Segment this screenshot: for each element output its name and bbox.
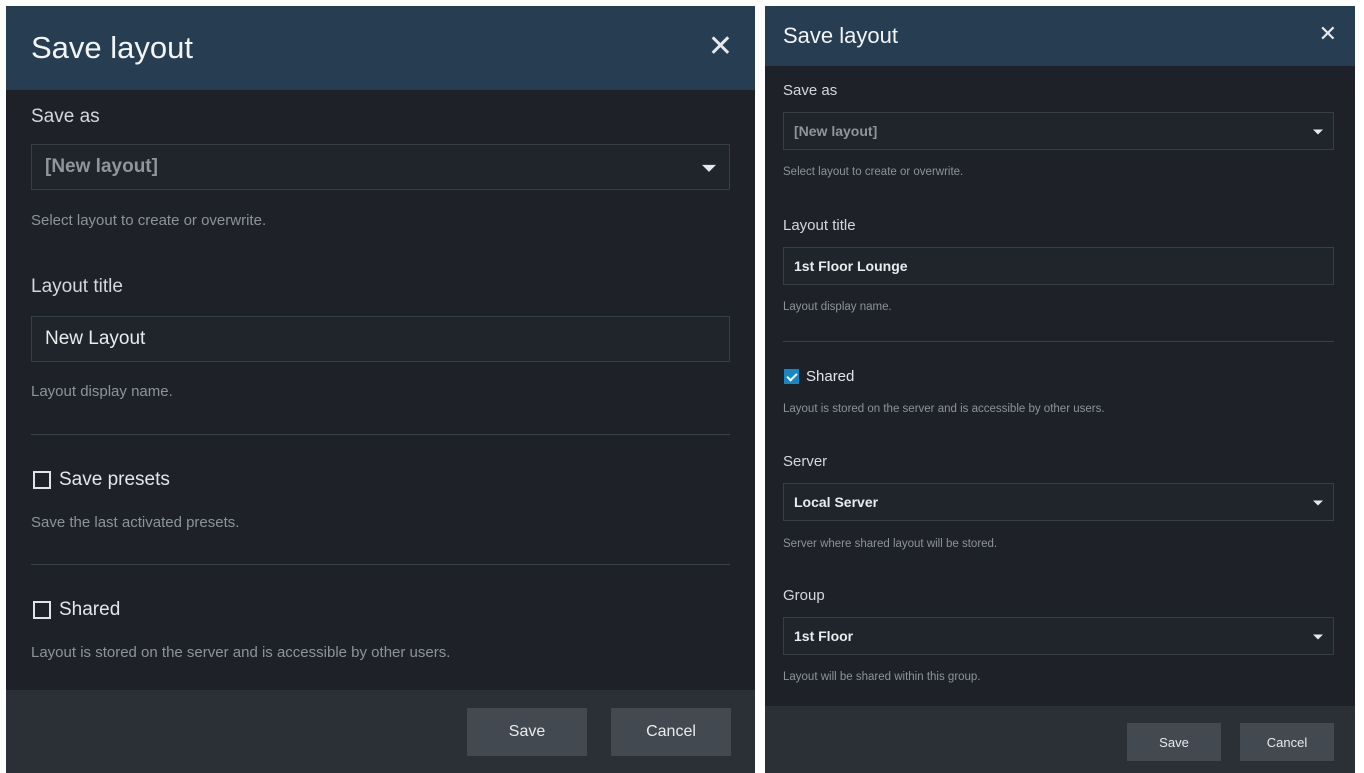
chevron-down-icon bbox=[1313, 500, 1323, 506]
save-layout-dialog-left: Save layout ✕ Save as [New layout] Selec… bbox=[6, 6, 755, 773]
save-as-selected-value: [New layout] bbox=[45, 156, 158, 177]
dialog-title: Save layout bbox=[31, 30, 193, 65]
group-selected-value: 1st Floor bbox=[794, 628, 854, 644]
layout-title-value: New Layout bbox=[45, 328, 146, 349]
cancel-button[interactable]: Cancel bbox=[611, 708, 731, 756]
layout-title-hint: Layout display name. bbox=[783, 301, 892, 313]
divider bbox=[31, 434, 730, 435]
save-as-dropdown[interactable]: [New layout] bbox=[31, 144, 730, 190]
chevron-down-icon bbox=[702, 164, 716, 172]
save-as-hint: Select layout to create or overwrite. bbox=[31, 212, 267, 229]
layout-title-input[interactable]: 1st Floor Lounge bbox=[783, 247, 1334, 285]
save-presets-checkbox[interactable]: Save presets bbox=[33, 469, 170, 491]
layout-title-label: Layout title bbox=[783, 217, 856, 234]
save-presets-hint: Save the last activated presets. bbox=[31, 514, 240, 531]
close-icon[interactable]: ✕ bbox=[1319, 24, 1337, 46]
close-icon[interactable]: ✕ bbox=[708, 32, 733, 62]
group-label: Group bbox=[783, 587, 825, 604]
cancel-button[interactable]: Cancel bbox=[1240, 723, 1334, 761]
group-hint: Layout will be shared within this group. bbox=[783, 671, 981, 683]
group-dropdown[interactable]: 1st Floor bbox=[783, 617, 1334, 655]
server-hint: Server where shared layout will be store… bbox=[783, 538, 998, 550]
layout-title-label: Layout title bbox=[31, 276, 123, 297]
checkbox-icon[interactable] bbox=[33, 601, 51, 619]
save-layout-dialog-right: Save layout ✕ Save as [New layout] Selec… bbox=[765, 6, 1355, 773]
layout-title-input[interactable]: New Layout bbox=[31, 316, 730, 362]
shared-hint: Layout is stored on the server and is ac… bbox=[783, 403, 1105, 415]
shared-label: Shared bbox=[806, 368, 855, 385]
layout-title-value: 1st Floor Lounge bbox=[794, 258, 908, 274]
dialog-header: Save layout ✕ bbox=[765, 6, 1355, 66]
save-as-hint: Select layout to create or overwrite. bbox=[783, 166, 964, 178]
server-selected-value: Local Server bbox=[794, 494, 879, 510]
save-as-label: Save as bbox=[31, 106, 100, 127]
chevron-down-icon bbox=[1313, 129, 1323, 135]
server-dropdown[interactable]: Local Server bbox=[783, 483, 1334, 521]
shared-hint: Layout is stored on the server and is ac… bbox=[31, 644, 451, 661]
chevron-down-icon bbox=[1313, 634, 1323, 640]
dialog-footer: Save Cancel bbox=[6, 690, 755, 773]
dialog-header: Save layout ✕ bbox=[6, 6, 755, 90]
layout-title-hint: Layout display name. bbox=[31, 383, 173, 400]
divider bbox=[783, 341, 1334, 342]
save-as-label: Save as bbox=[783, 82, 838, 99]
divider bbox=[31, 564, 730, 565]
save-button[interactable]: Save bbox=[467, 708, 587, 756]
shared-checkbox[interactable]: Shared bbox=[33, 599, 120, 621]
checkbox-checked-icon[interactable] bbox=[784, 369, 799, 384]
dialog-footer: Save Cancel bbox=[765, 706, 1355, 773]
dialog-title: Save layout bbox=[783, 23, 898, 48]
save-as-selected-value: [New layout] bbox=[794, 123, 878, 139]
shared-label: Shared bbox=[59, 599, 121, 620]
save-button[interactable]: Save bbox=[1127, 723, 1221, 761]
checkbox-icon[interactable] bbox=[33, 471, 51, 489]
server-label: Server bbox=[783, 453, 828, 470]
shared-checkbox[interactable]: Shared bbox=[784, 368, 854, 385]
save-presets-label: Save presets bbox=[59, 469, 170, 490]
save-as-dropdown[interactable]: [New layout] bbox=[783, 112, 1334, 150]
